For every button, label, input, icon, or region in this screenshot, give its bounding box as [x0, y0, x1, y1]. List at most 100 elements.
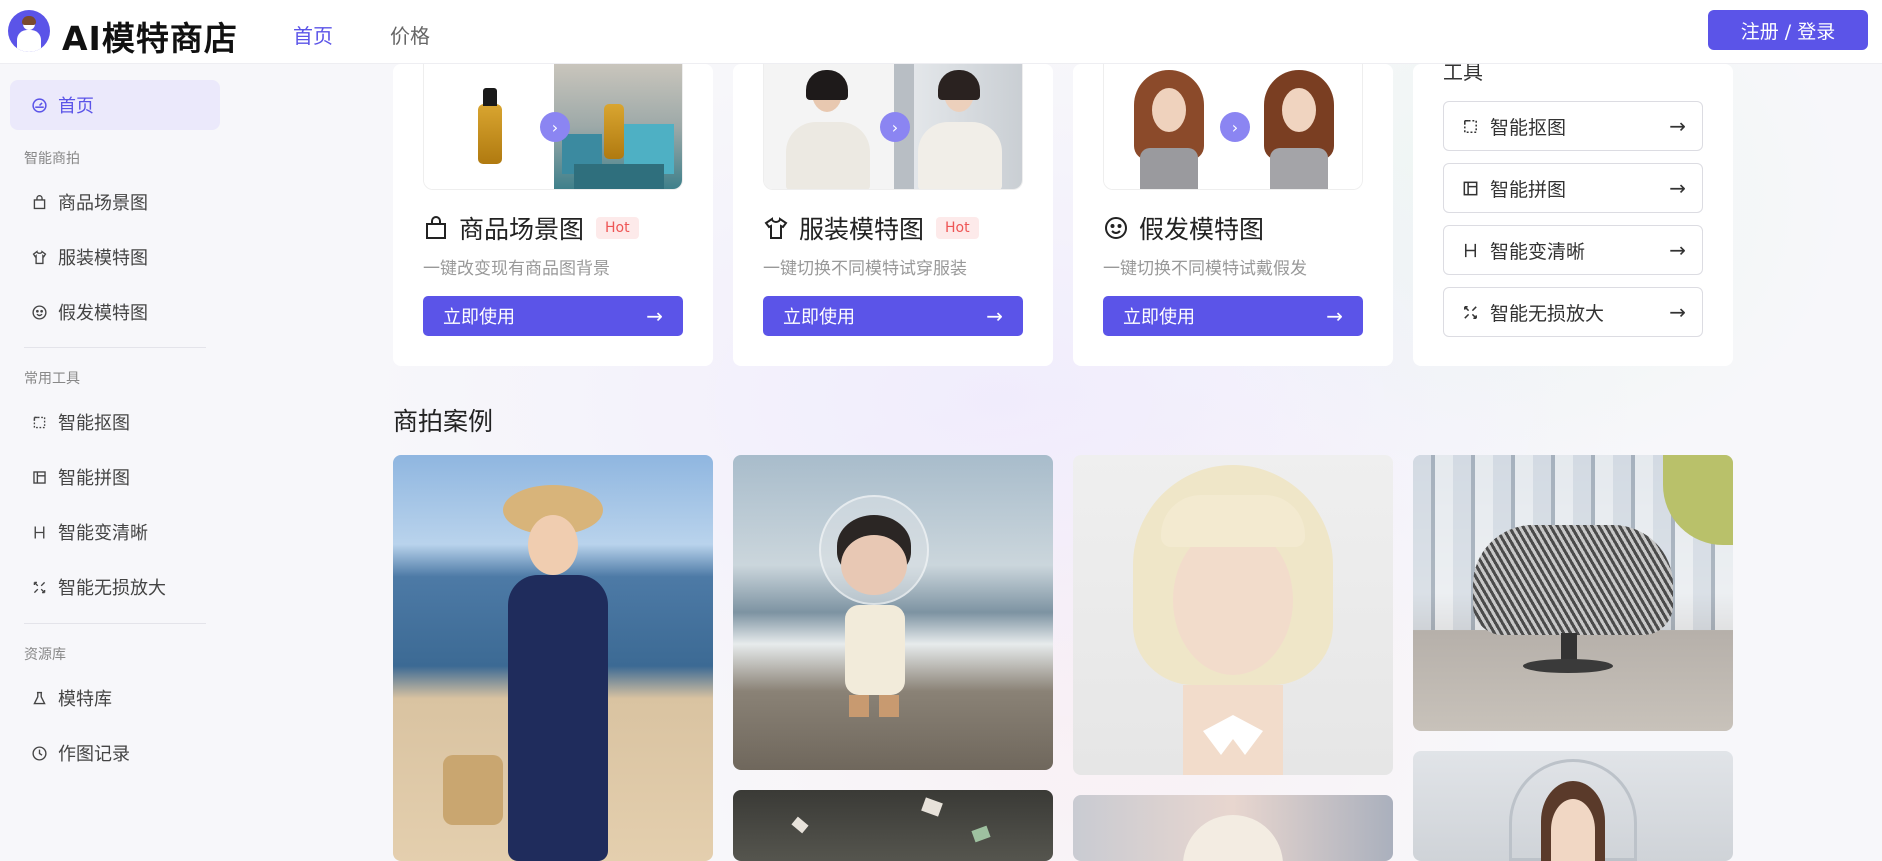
product-before-image	[424, 64, 554, 189]
sidebar-item-label: 智能变清晰	[58, 523, 148, 544]
wig-after-image	[1234, 64, 1362, 189]
sidebar-item-label: 作图记录	[58, 744, 130, 765]
heading-icon	[1460, 240, 1480, 260]
sidebar-divider	[24, 347, 206, 348]
section-title-resources: 资源库	[24, 647, 66, 663]
case-image-toy-figure[interactable]	[733, 455, 1053, 770]
sidebar-item-lossless-upscale[interactable]: 智能无损放大	[10, 562, 220, 612]
sidebar-item-model-library[interactable]: 模特库	[10, 673, 220, 723]
clothing-before-image	[764, 64, 894, 189]
crop-icon	[1460, 116, 1480, 136]
feature-card-wig-model: › 假发模特图 一键切换不同模特试戴假发 立即使用 →	[1073, 64, 1393, 366]
use-now-label: 立即使用	[783, 307, 855, 328]
sidebar-item-smart-sharpen[interactable]: 智能变清晰	[10, 507, 220, 557]
sidebar-item-label: 智能抠图	[58, 413, 130, 434]
feature-description: 一键切换不同模特试穿服装	[763, 259, 967, 279]
logo-icon[interactable]	[8, 10, 50, 52]
tool-lossless-upscale[interactable]: 智能无损放大 →	[1443, 287, 1703, 337]
nav-pricing[interactable]: 价格	[390, 20, 430, 49]
feature-title: 假发模特图	[1139, 215, 1265, 244]
sidebar-item-smart-cutout[interactable]: 智能抠图	[10, 397, 220, 447]
feature-card-clothing-model: › 服装模特图 Hot 一键切换不同模特试穿服装 立即使用 →	[733, 64, 1053, 366]
layout-icon	[1460, 178, 1480, 198]
smile-icon	[1105, 217, 1127, 239]
app-title[interactable]: AI模特商店	[62, 12, 238, 60]
feature-title: 商品场景图	[459, 215, 585, 244]
shirt-icon	[30, 248, 48, 266]
shopping-bag-icon	[30, 193, 48, 211]
tool-smart-cutout[interactable]: 智能抠图 →	[1443, 101, 1703, 151]
feature-card-product-scene: › 商品场景图 Hot 一键改变现有商品图背景 立即使用 →	[393, 64, 713, 366]
sidebar-item-wig-model[interactable]: 假发模特图	[10, 287, 220, 337]
arrow-right-icon: →	[986, 304, 1003, 328]
use-now-label: 立即使用	[443, 307, 515, 328]
sidebar-item-home[interactable]: 首页	[10, 80, 220, 130]
layout-icon	[30, 468, 48, 486]
tool-label: 智能抠图	[1490, 116, 1567, 139]
sidebar-item-history[interactable]: 作图记录	[10, 728, 220, 778]
nav-home[interactable]: 首页	[293, 20, 333, 49]
feature-description: 一键改变现有商品图背景	[423, 259, 610, 279]
feature-thumbnail: ›	[763, 64, 1023, 190]
top-header: AI模特商店 首页 价格 注册 / 登录	[0, 0, 1882, 64]
sidebar-item-label: 模特库	[58, 689, 112, 710]
sidebar-item-label: 服装模特图	[58, 248, 148, 269]
tool-label: 智能无损放大	[1490, 302, 1605, 325]
arrow-right-icon: →	[1669, 238, 1686, 262]
expand-icon	[1460, 302, 1480, 322]
case-image-confetti[interactable]	[733, 790, 1053, 861]
smile-icon	[30, 303, 48, 321]
section-title-smart-shoot: 智能商拍	[24, 151, 80, 167]
tool-label: 智能变清晰	[1490, 240, 1586, 263]
cases-heading: 商拍案例	[393, 407, 494, 436]
clothing-after-image	[894, 64, 1022, 189]
arrow-right-icon: →	[1669, 176, 1686, 200]
expand-icon	[30, 578, 48, 596]
sidebar-item-label: 首页	[58, 96, 94, 117]
section-title-common-tools: 常用工具	[24, 371, 80, 387]
wig-before-image	[1104, 64, 1234, 189]
login-register-button[interactable]: 注册 / 登录	[1708, 10, 1868, 50]
hot-badge: Hot	[936, 217, 979, 239]
arrow-right-icon: ›	[1220, 112, 1250, 142]
sidebar-item-label: 商品场景图	[58, 193, 148, 214]
tool-smart-collage[interactable]: 智能拼图 →	[1443, 163, 1703, 213]
arrow-right-icon: →	[1669, 114, 1686, 138]
case-image-bride-model[interactable]	[1413, 751, 1733, 861]
sidebar-item-label: 智能无损放大	[58, 578, 166, 599]
arrow-right-icon: →	[1669, 300, 1686, 324]
shopping-bag-icon	[426, 216, 446, 239]
use-now-button[interactable]: 立即使用 →	[763, 296, 1023, 336]
dashboard-icon	[30, 96, 48, 114]
case-image-hat-model[interactable]	[1073, 795, 1393, 861]
product-after-image	[554, 64, 682, 189]
shirt-icon	[764, 217, 788, 239]
tool-smart-sharpen[interactable]: 智能变清晰 →	[1443, 225, 1703, 275]
sidebar-item-product-scene[interactable]: 商品场景图	[10, 177, 220, 227]
feature-thumbnail: ›	[1103, 64, 1363, 190]
sidebar-item-smart-collage[interactable]: 智能拼图	[10, 452, 220, 502]
feature-description: 一键切换不同模特试戴假发	[1103, 259, 1307, 279]
sidebar-divider	[24, 623, 206, 624]
sidebar-item-label: 智能拼图	[58, 468, 130, 489]
hot-badge: Hot	[596, 217, 639, 239]
arrow-right-icon: →	[1326, 304, 1343, 328]
tool-label: 智能拼图	[1490, 178, 1567, 201]
case-image-chair[interactable]	[1413, 455, 1733, 731]
clock-icon	[30, 744, 48, 762]
use-now-button[interactable]: 立即使用 →	[423, 296, 683, 336]
feature-title: 服装模特图	[799, 215, 925, 244]
case-image-beach-dress[interactable]	[393, 455, 713, 861]
use-now-button[interactable]: 立即使用 →	[1103, 296, 1363, 336]
sidebar-item-clothing-model[interactable]: 服装模特图	[10, 232, 220, 282]
arrow-right-icon: ›	[880, 112, 910, 142]
case-image-blonde-wig[interactable]	[1073, 455, 1393, 775]
heading-icon	[30, 523, 48, 541]
flask-icon	[30, 689, 48, 707]
tools-card: 工具 智能抠图 → 智能拼图 → 智能变清晰 → 智能无损放大 →	[1413, 60, 1733, 366]
use-now-label: 立即使用	[1123, 307, 1195, 328]
sidebar-item-label: 假发模特图	[58, 303, 148, 324]
sidebar: 首页 智能商拍 商品场景图 服装模特图 假发模特图 常用工具 智能抠图 智能拼图	[0, 64, 228, 861]
arrow-right-icon: →	[646, 304, 663, 328]
arrow-right-icon: ›	[540, 112, 570, 142]
